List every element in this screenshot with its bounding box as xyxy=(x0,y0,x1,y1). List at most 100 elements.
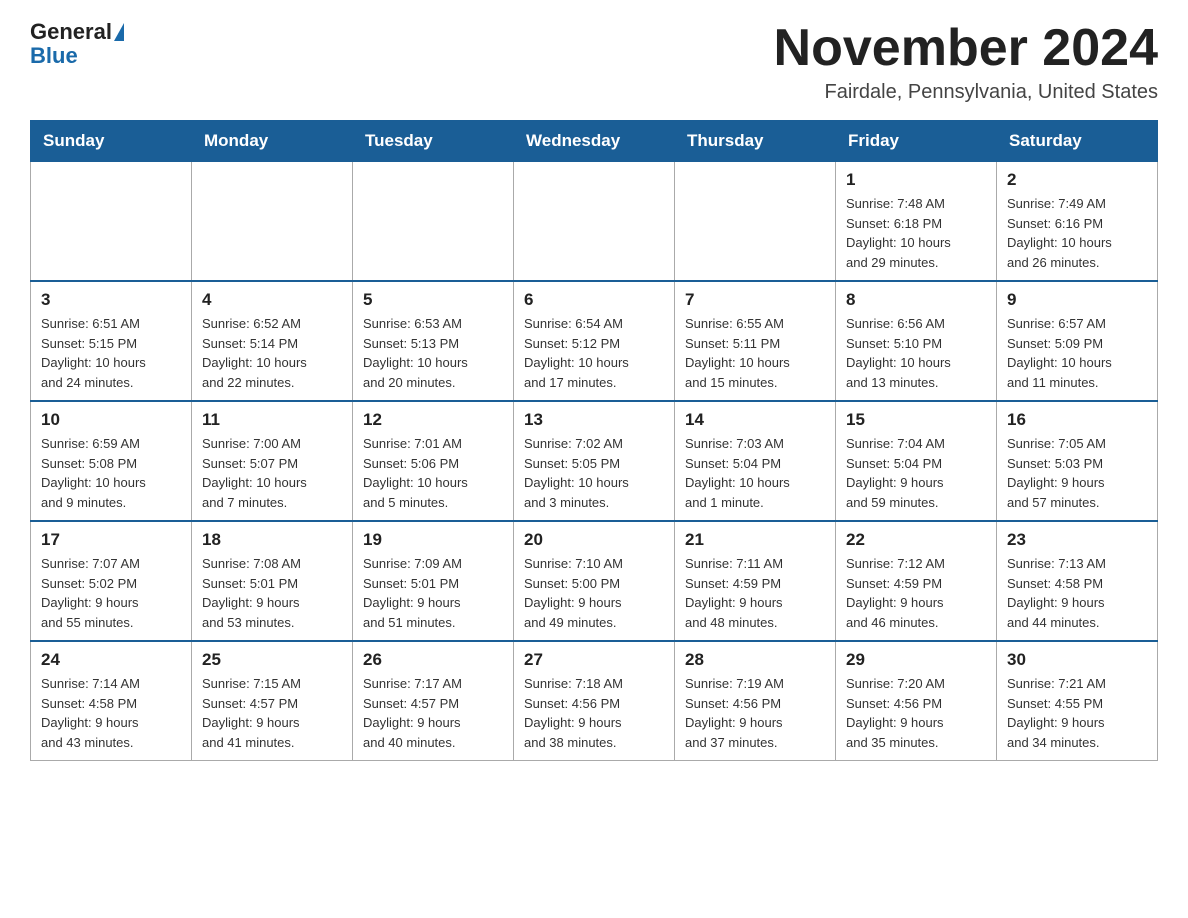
weekday-header-tuesday: Tuesday xyxy=(353,121,514,162)
day-number: 1 xyxy=(846,170,986,190)
day-info: Sunrise: 6:56 AM Sunset: 5:10 PM Dayligh… xyxy=(846,314,986,392)
calendar-week-row: 17Sunrise: 7:07 AM Sunset: 5:02 PM Dayli… xyxy=(31,521,1158,641)
page-header: General Blue November 2024 Fairdale, Pen… xyxy=(30,20,1158,104)
day-info: Sunrise: 6:51 AM Sunset: 5:15 PM Dayligh… xyxy=(41,314,181,392)
day-info: Sunrise: 7:11 AM Sunset: 4:59 PM Dayligh… xyxy=(685,554,825,632)
logo-general-text: General xyxy=(30,20,112,44)
day-info: Sunrise: 6:57 AM Sunset: 5:09 PM Dayligh… xyxy=(1007,314,1147,392)
day-number: 4 xyxy=(202,290,342,310)
day-info: Sunrise: 7:19 AM Sunset: 4:56 PM Dayligh… xyxy=(685,674,825,752)
day-number: 28 xyxy=(685,650,825,670)
day-info: Sunrise: 7:49 AM Sunset: 6:16 PM Dayligh… xyxy=(1007,194,1147,272)
calendar-cell: 17Sunrise: 7:07 AM Sunset: 5:02 PM Dayli… xyxy=(31,521,192,641)
day-number: 27 xyxy=(524,650,664,670)
day-info: Sunrise: 7:17 AM Sunset: 4:57 PM Dayligh… xyxy=(363,674,503,752)
weekday-header-wednesday: Wednesday xyxy=(514,121,675,162)
day-info: Sunrise: 7:18 AM Sunset: 4:56 PM Dayligh… xyxy=(524,674,664,752)
calendar-cell: 24 Sunrise: 7:14 AM Sunset: 4:58 PM Dayli… xyxy=(31,641,192,761)
day-info: Sunrise: 6:59 AM Sunset: 5:08 PM Dayligh… xyxy=(41,434,181,512)
day-info: Sunrise: 7:12 AM Sunset: 4:59 PM Dayligh… xyxy=(846,554,986,632)
calendar-cell: 18Sunrise: 7:08 AM Sunset: 5:01 PM Dayli… xyxy=(192,521,353,641)
calendar-week-row: 10 Sunrise: 6:59 AM Sunset: 5:08 PM Dayli… xyxy=(31,401,1158,521)
calendar-week-row: 1 Sunrise: 7:48 AM Sunset: 6:18 PM Daylig… xyxy=(31,162,1158,282)
weekday-header-saturday: Saturday xyxy=(997,121,1158,162)
day-number: 16 xyxy=(1007,410,1147,430)
day-info: Sunrise: 6:55 AM Sunset: 5:11 PM Dayligh… xyxy=(685,314,825,392)
calendar-cell: 21 Sunrise: 7:11 AM Sunset: 4:59 PM Dayli… xyxy=(675,521,836,641)
day-info: Sunrise: 7:00 AM Sunset: 5:07 PM Dayligh… xyxy=(202,434,342,512)
weekday-header-sunday: Sunday xyxy=(31,121,192,162)
day-info: Sunrise: 6:53 AM Sunset: 5:13 PM Dayligh… xyxy=(363,314,503,392)
calendar-cell: 30 Sunrise: 7:21 AM Sunset: 4:55 PM Dayli… xyxy=(997,641,1158,761)
calendar-cell xyxy=(514,162,675,282)
day-info: Sunrise: 7:48 AM Sunset: 6:18 PM Dayligh… xyxy=(846,194,986,272)
day-number: 26 xyxy=(363,650,503,670)
logo: General Blue xyxy=(30,20,124,68)
day-number: 11 xyxy=(202,410,342,430)
calendar-cell: 12 Sunrise: 7:01 AM Sunset: 5:06 PM Dayli… xyxy=(353,401,514,521)
calendar-table: SundayMondayTuesdayWednesdayThursdayFrid… xyxy=(30,120,1158,761)
day-number: 3 xyxy=(41,290,181,310)
day-number: 22 xyxy=(846,530,986,550)
calendar-cell: 20 Sunrise: 7:10 AM Sunset: 5:00 PM Dayli… xyxy=(514,521,675,641)
logo-blue-text: Blue xyxy=(30,44,78,68)
day-info: Sunrise: 7:14 AM Sunset: 4:58 PM Dayligh… xyxy=(41,674,181,752)
calendar-cell: 1 Sunrise: 7:48 AM Sunset: 6:18 PM Daylig… xyxy=(836,162,997,282)
calendar-cell: 27 Sunrise: 7:18 AM Sunset: 4:56 PM Dayli… xyxy=(514,641,675,761)
day-number: 29 xyxy=(846,650,986,670)
day-number: 6 xyxy=(524,290,664,310)
calendar-cell: 4 Sunrise: 6:52 AM Sunset: 5:14 PM Daylig… xyxy=(192,281,353,401)
day-number: 17 xyxy=(41,530,181,550)
day-number: 25 xyxy=(202,650,342,670)
calendar-cell: 8Sunrise: 6:56 AM Sunset: 5:10 PM Daylig… xyxy=(836,281,997,401)
calendar-cell: 6 Sunrise: 6:54 AM Sunset: 5:12 PM Daylig… xyxy=(514,281,675,401)
day-info: Sunrise: 7:13 AM Sunset: 4:58 PM Dayligh… xyxy=(1007,554,1147,632)
calendar-cell: 26 Sunrise: 7:17 AM Sunset: 4:57 PM Dayli… xyxy=(353,641,514,761)
calendar-cell: 23Sunrise: 7:13 AM Sunset: 4:58 PM Dayli… xyxy=(997,521,1158,641)
calendar-cell: 22 Sunrise: 7:12 AM Sunset: 4:59 PM Dayli… xyxy=(836,521,997,641)
calendar-week-row: 24 Sunrise: 7:14 AM Sunset: 4:58 PM Dayli… xyxy=(31,641,1158,761)
day-info: Sunrise: 7:01 AM Sunset: 5:06 PM Dayligh… xyxy=(363,434,503,512)
day-info: Sunrise: 7:04 AM Sunset: 5:04 PM Dayligh… xyxy=(846,434,986,512)
calendar-week-row: 3 Sunrise: 6:51 AM Sunset: 5:15 PM Daylig… xyxy=(31,281,1158,401)
day-number: 24 xyxy=(41,650,181,670)
calendar-cell xyxy=(192,162,353,282)
day-info: Sunrise: 7:21 AM Sunset: 4:55 PM Dayligh… xyxy=(1007,674,1147,752)
day-number: 7 xyxy=(685,290,825,310)
calendar-cell xyxy=(31,162,192,282)
calendar-cell: 9 Sunrise: 6:57 AM Sunset: 5:09 PM Daylig… xyxy=(997,281,1158,401)
day-number: 21 xyxy=(685,530,825,550)
calendar-cell: 5Sunrise: 6:53 AM Sunset: 5:13 PM Daylig… xyxy=(353,281,514,401)
weekday-header-friday: Friday xyxy=(836,121,997,162)
day-number: 13 xyxy=(524,410,664,430)
day-info: Sunrise: 6:54 AM Sunset: 5:12 PM Dayligh… xyxy=(524,314,664,392)
calendar-cell xyxy=(353,162,514,282)
day-number: 30 xyxy=(1007,650,1147,670)
calendar-cell: 15 Sunrise: 7:04 AM Sunset: 5:04 PM Dayli… xyxy=(836,401,997,521)
calendar-cell: 19Sunrise: 7:09 AM Sunset: 5:01 PM Dayli… xyxy=(353,521,514,641)
weekday-header-row: SundayMondayTuesdayWednesdayThursdayFrid… xyxy=(31,121,1158,162)
day-info: Sunrise: 7:20 AM Sunset: 4:56 PM Dayligh… xyxy=(846,674,986,752)
weekday-header-thursday: Thursday xyxy=(675,121,836,162)
day-number: 18 xyxy=(202,530,342,550)
calendar-cell: 14 Sunrise: 7:03 AM Sunset: 5:04 PM Dayli… xyxy=(675,401,836,521)
day-info: Sunrise: 6:52 AM Sunset: 5:14 PM Dayligh… xyxy=(202,314,342,392)
logo-triangle-icon xyxy=(114,23,124,41)
day-number: 12 xyxy=(363,410,503,430)
day-info: Sunrise: 7:03 AM Sunset: 5:04 PM Dayligh… xyxy=(685,434,825,512)
day-number: 20 xyxy=(524,530,664,550)
calendar-cell xyxy=(675,162,836,282)
calendar-cell: 28 Sunrise: 7:19 AM Sunset: 4:56 PM Dayli… xyxy=(675,641,836,761)
calendar-cell: 29 Sunrise: 7:20 AM Sunset: 4:56 PM Dayli… xyxy=(836,641,997,761)
day-number: 14 xyxy=(685,410,825,430)
calendar-cell: 25Sunrise: 7:15 AM Sunset: 4:57 PM Dayli… xyxy=(192,641,353,761)
calendar-cell: 2 Sunrise: 7:49 AM Sunset: 6:16 PM Daylig… xyxy=(997,162,1158,282)
calendar-cell: 7 Sunrise: 6:55 AM Sunset: 5:11 PM Daylig… xyxy=(675,281,836,401)
day-info: Sunrise: 7:02 AM Sunset: 5:05 PM Dayligh… xyxy=(524,434,664,512)
day-info: Sunrise: 7:10 AM Sunset: 5:00 PM Dayligh… xyxy=(524,554,664,632)
day-number: 9 xyxy=(1007,290,1147,310)
day-number: 10 xyxy=(41,410,181,430)
day-number: 15 xyxy=(846,410,986,430)
title-area: November 2024 Fairdale, Pennsylvania, Un… xyxy=(774,20,1158,104)
day-number: 2 xyxy=(1007,170,1147,190)
